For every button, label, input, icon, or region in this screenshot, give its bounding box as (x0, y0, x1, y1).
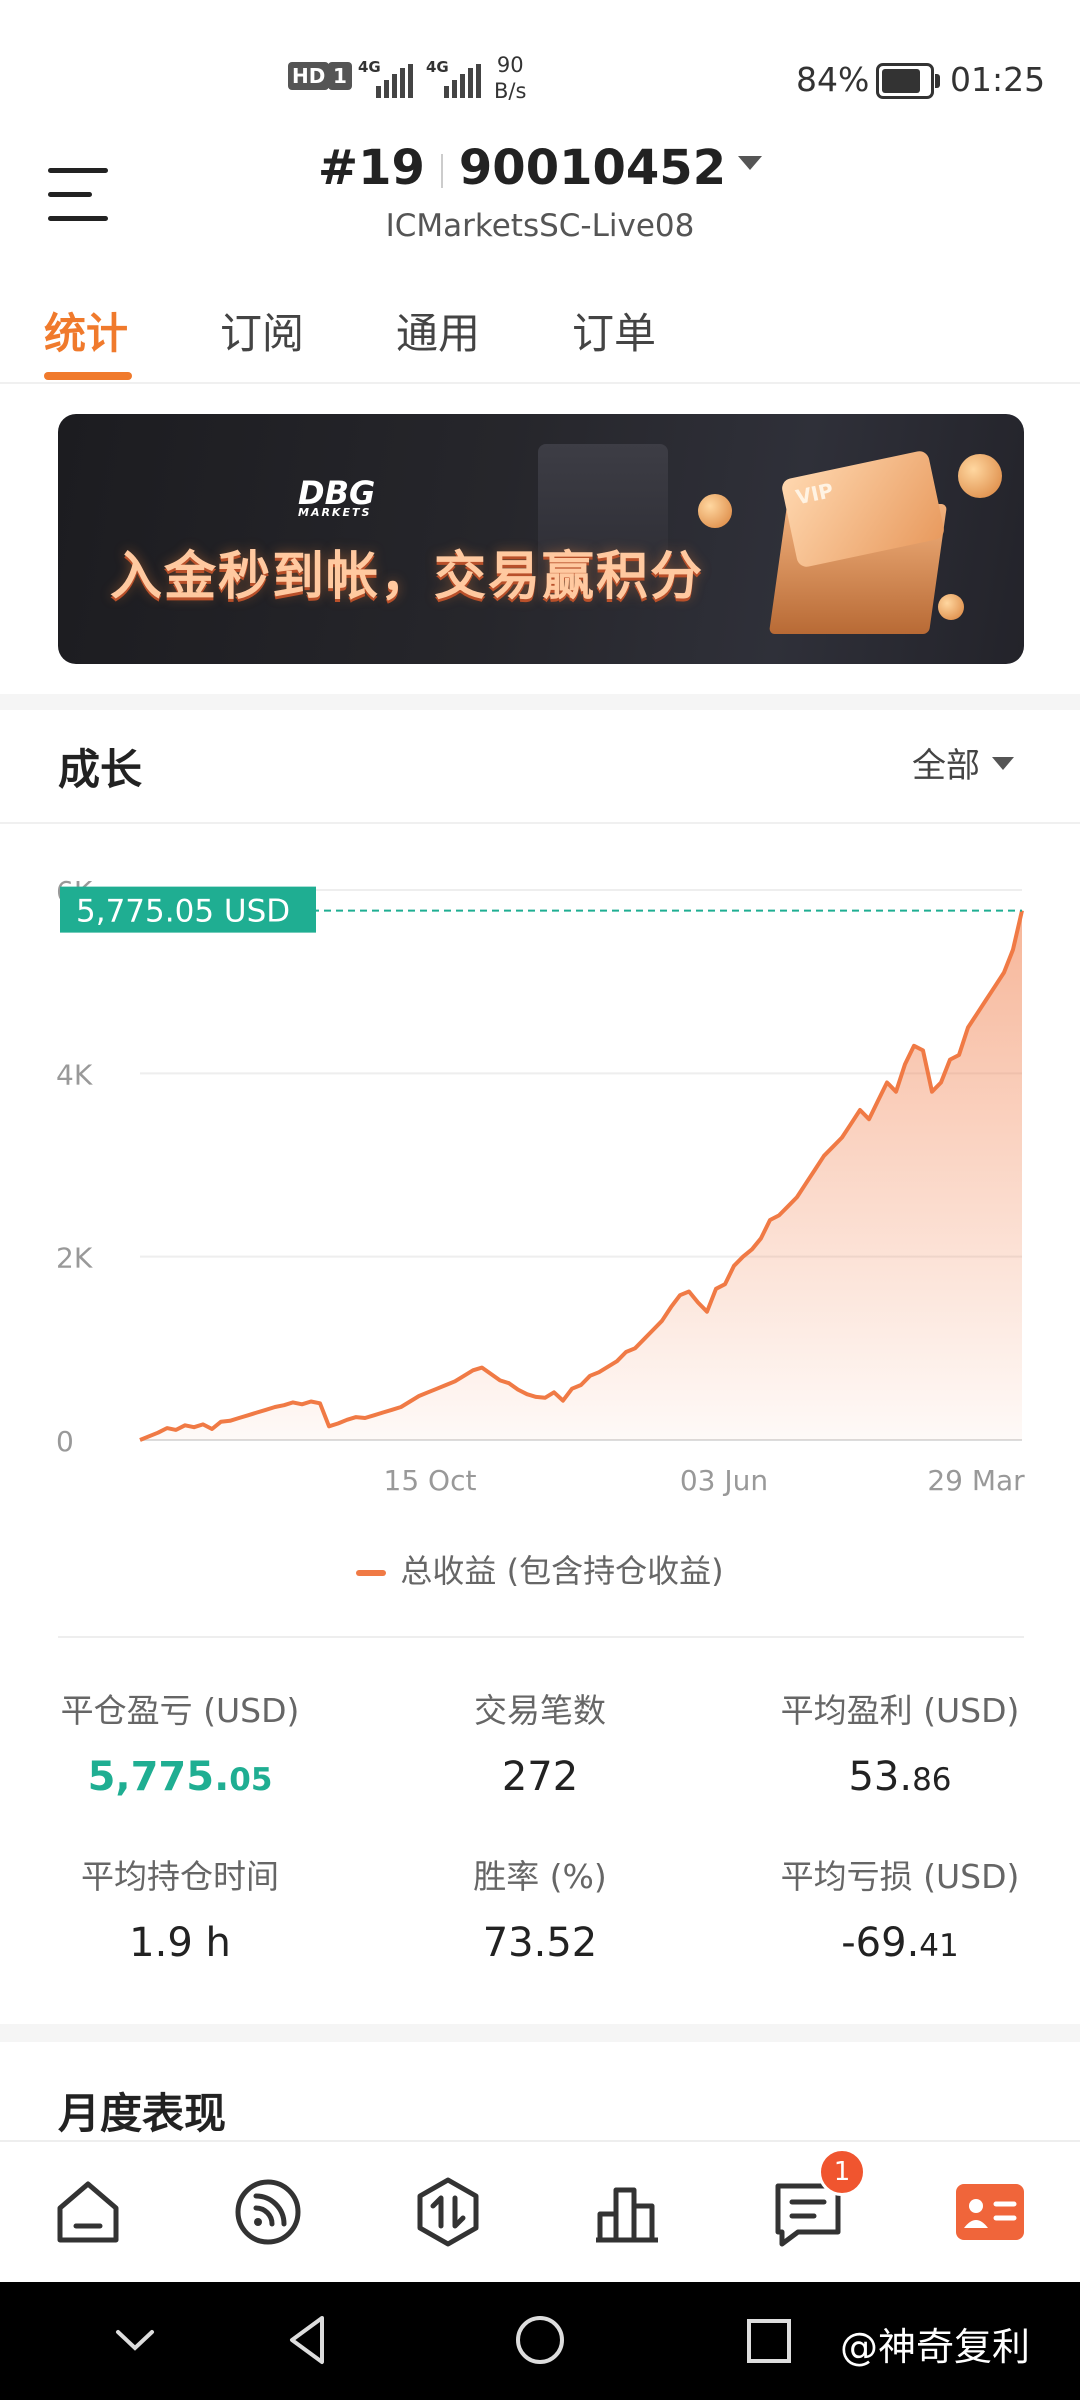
growth-area (140, 910, 1022, 1440)
y-tick-label: 2K (56, 1242, 93, 1275)
x-tick-label: 15 Oct (384, 1464, 477, 1497)
notification-badge: 1 (818, 2148, 866, 2196)
back-icon[interactable] (282, 2310, 332, 2370)
stat-label: 平均持仓时间 (81, 1857, 279, 1896)
tab-orders[interactable]: 订单 (572, 300, 656, 361)
tab-bar: 统计 订阅 通用 订单 (0, 290, 1080, 384)
stat-avg-profit: 平均盈利 (USD) 53.86 (720, 1684, 1080, 1800)
tab-subscribe[interactable]: 订阅 (220, 300, 304, 361)
status-bar: HD 1 4G 4G 90 B/s 84% 01:25 (0, 0, 1080, 150)
stat-label: 胜率 (%) (473, 1857, 607, 1896)
chevron-down-icon (992, 757, 1014, 770)
watermark: @神奇复利 (840, 2325, 1031, 2369)
battery-icon (876, 63, 940, 99)
legend-label: 总收益 (包含持仓收益) (400, 1552, 724, 1590)
y-tick-label: 0 (56, 1425, 74, 1458)
stat-avg-hold-time: 平均持仓时间 1.9 h (0, 1850, 360, 1966)
stat-value: 272 (501, 1754, 579, 1800)
chart-legend: 总收益 (包含持仓收益) (0, 1546, 1080, 1592)
chart-icon[interactable] (588, 2172, 668, 2252)
monthly-title: 月度表现 (58, 2089, 227, 2138)
chevron-down-icon[interactable] (110, 2322, 160, 2362)
banner-headline: 入金秒到帐，交易赢积分 (110, 547, 705, 607)
profile-card-icon[interactable] (950, 2172, 1030, 2252)
trade-icon[interactable] (408, 2172, 488, 2252)
growth-title: 成长 (58, 745, 143, 794)
account-rank: #19 (317, 140, 425, 196)
bottom-nav (0, 2140, 1080, 2284)
tab-indicator (44, 372, 132, 380)
home-icon[interactable] (48, 2172, 128, 2252)
current-value-label: 5,775.05 USD (76, 894, 290, 930)
stat-value: 73.52 (482, 1920, 598, 1966)
stat-avg-loss: 平均亏损 (USD) -69.41 (720, 1850, 1080, 1966)
network-speed: 90 B/s (494, 53, 527, 103)
stat-value: 53.86 (848, 1754, 952, 1800)
divider (58, 1636, 1024, 1638)
range-selector[interactable]: 全部 (912, 738, 1014, 787)
section-line (0, 822, 1080, 824)
stat-label: 平均亏损 (USD) (780, 1857, 1020, 1896)
y-tick-label: 4K (56, 1058, 93, 1091)
clock: 01:25 (950, 60, 1046, 99)
coin-graphic (698, 494, 732, 528)
battery-percent: 84% (796, 60, 870, 99)
feed-icon[interactable] (228, 2172, 308, 2252)
stat-label: 平均盈利 (USD) (780, 1691, 1020, 1730)
tab-stats[interactable]: 统计 (44, 300, 128, 361)
stat-win-rate: 胜率 (%) 73.52 (360, 1850, 720, 1966)
stat-value: -69.41 (841, 1920, 959, 1966)
home-circle-icon[interactable] (512, 2312, 568, 2368)
stat-trade-count: 交易笔数 272 (360, 1684, 720, 1800)
server-name: ICMarketsSC-Live08 (385, 208, 695, 244)
account-selector[interactable]: #19 90010452 (0, 140, 1080, 196)
stat-label: 交易笔数 (474, 1691, 606, 1730)
recents-icon[interactable] (744, 2316, 794, 2366)
coin-graphic (938, 594, 964, 620)
x-tick-label: 29 Mar (927, 1464, 1025, 1497)
tab-general[interactable]: 通用 (396, 300, 480, 361)
section-divider (0, 2024, 1080, 2042)
sim-badge: 1 (328, 62, 352, 90)
stat-label: 平仓盈亏 (USD) (60, 1691, 300, 1730)
promo-banner[interactable]: VIP DBG MARKETS 入金秒到帐，交易赢积分 (58, 414, 1024, 664)
legend-swatch (356, 1570, 387, 1576)
coin-graphic (958, 454, 1002, 498)
stat-value: 1.9 h (129, 1920, 231, 1966)
banner-logo: DBG MARKETS (298, 474, 376, 519)
stat-value: 5,775.05 (87, 1754, 273, 1800)
x-tick-label: 03 Jun (680, 1464, 768, 1497)
stat-closed-pnl: 平仓盈亏 (USD) 5,775.05 (0, 1684, 360, 1800)
hd-badge: HD (288, 62, 330, 90)
growth-chart[interactable]: 02K4K6K 15 Oct03 Jun29 Mar 5,775.05 USD (0, 860, 1080, 1540)
dropdown-icon (738, 156, 763, 170)
account-number: 90010452 (458, 140, 727, 196)
section-divider (0, 694, 1080, 710)
